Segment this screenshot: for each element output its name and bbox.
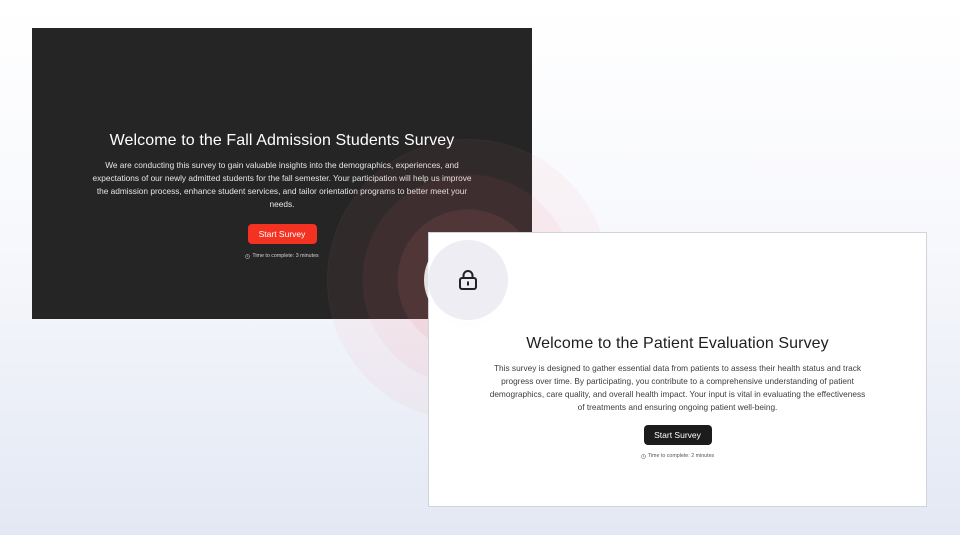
fall-survey-title: Welcome to the Fall Admission Students S… — [109, 132, 455, 149]
fall-start-survey-button[interactable]: Start Survey — [247, 224, 317, 244]
patient-start-survey-button[interactable]: Start Survey — [643, 425, 712, 445]
patient-survey-title: Welcome to the Patient Evaluation Survey — [526, 335, 829, 352]
fall-survey-description: We are conducting this survey to gain va… — [92, 160, 472, 209]
clock-icon — [640, 453, 646, 459]
fall-time-text: Time to complete: 3 minutes — [252, 253, 319, 259]
lock-icon — [459, 270, 477, 290]
fall-time-to-complete: Time to complete: 3 minutes — [245, 253, 319, 259]
patient-survey-description: This survey is designed to gather essent… — [489, 363, 866, 412]
patient-time-to-complete: Time to complete: 2 minutes — [640, 453, 715, 459]
patient-time-text: Time to complete: 2 minutes — [647, 453, 715, 459]
lock-badge[interactable] — [428, 240, 508, 320]
clock-icon — [245, 253, 251, 259]
